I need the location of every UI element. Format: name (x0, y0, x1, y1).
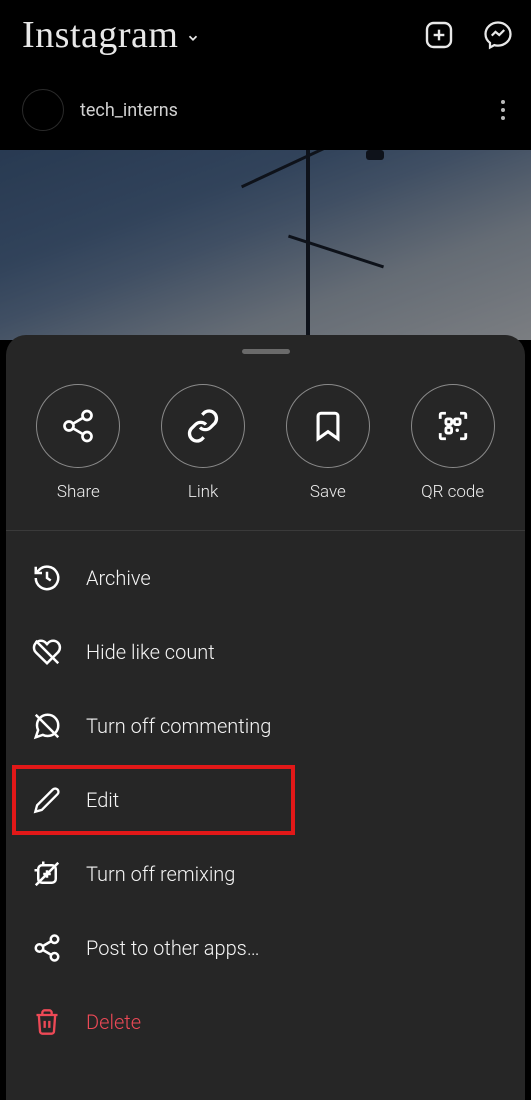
trash-icon (33, 1008, 61, 1036)
comment-off-icon (32, 711, 62, 741)
options-sheet: Share Link Save (6, 335, 525, 1100)
header-actions (423, 19, 513, 51)
share-action[interactable]: Share (28, 384, 128, 502)
messenger-icon (483, 20, 513, 50)
turn-off-remixing-label: Turn off remixing (86, 862, 235, 886)
bookmark-icon (311, 409, 345, 443)
heart-off-icon (32, 637, 62, 667)
post-to-other-label: Post to other apps… (86, 936, 260, 960)
new-post-button[interactable] (423, 19, 455, 51)
archive-icon (32, 563, 62, 593)
app-header: Instagram (0, 0, 531, 70)
post-header: tech_interns (0, 70, 531, 150)
share-label: Share (57, 482, 100, 502)
logo-dropdown[interactable]: Instagram (22, 13, 200, 57)
remix-icon (32, 859, 62, 889)
chevron-down-icon (186, 31, 200, 45)
link-label: Link (188, 482, 218, 502)
archive-label: Archive (86, 566, 151, 590)
pencil-icon (33, 786, 61, 814)
share-nodes-icon (32, 933, 62, 963)
share-icon (60, 408, 96, 444)
edit-label: Edit (86, 788, 119, 812)
post-image (0, 150, 531, 340)
edit-item[interactable]: Edit (6, 763, 525, 837)
link-action[interactable]: Link (153, 384, 253, 502)
menu-list: Archive Hide like count Turn off comment… (6, 531, 525, 1069)
qrcode-icon (436, 409, 470, 443)
user-info[interactable]: tech_interns (22, 89, 178, 131)
sheet-grabber[interactable] (242, 349, 290, 354)
qrcode-label: QR code (421, 482, 484, 502)
post-to-other-item[interactable]: Post to other apps… (6, 911, 525, 985)
save-action[interactable]: Save (278, 384, 378, 502)
instagram-logo: Instagram (22, 13, 178, 57)
delete-item[interactable]: Delete (6, 985, 525, 1059)
avatar (22, 89, 64, 131)
username: tech_interns (80, 100, 178, 121)
turn-off-commenting-item[interactable]: Turn off commenting (6, 689, 525, 763)
plus-square-icon (423, 19, 455, 51)
save-label: Save (310, 482, 346, 502)
quick-actions-row: Share Link Save (6, 376, 525, 531)
hide-likes-item[interactable]: Hide like count (6, 615, 525, 689)
turn-off-commenting-label: Turn off commenting (86, 714, 271, 738)
hide-likes-label: Hide like count (86, 640, 215, 664)
link-icon (185, 408, 221, 444)
more-options-button[interactable] (493, 92, 513, 128)
messenger-button[interactable] (483, 20, 513, 50)
delete-label: Delete (86, 1010, 141, 1034)
qrcode-action[interactable]: QR code (403, 384, 503, 502)
turn-off-remixing-item[interactable]: Turn off remixing (6, 837, 525, 911)
archive-item[interactable]: Archive (6, 541, 525, 615)
